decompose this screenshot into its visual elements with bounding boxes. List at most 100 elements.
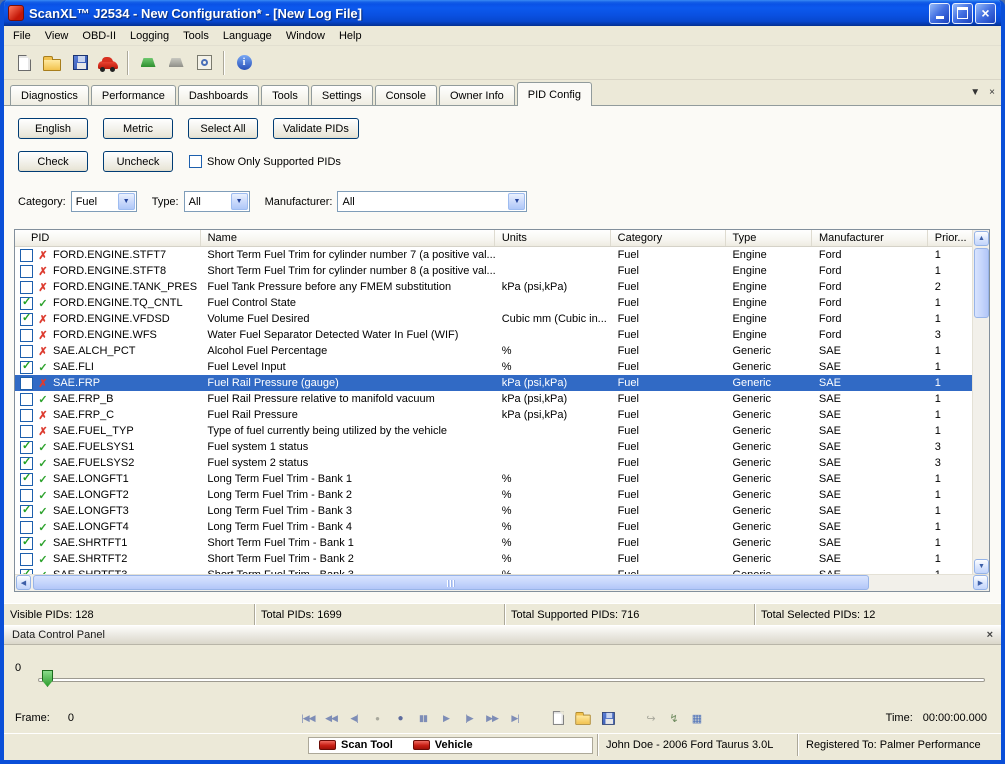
table-row[interactable]: ✓ ✗ FORD.ENGINE.STFT7 Short Term Fuel Tr… — [15, 247, 974, 263]
row-checkbox[interactable]: ✓ — [20, 361, 33, 374]
row-checkbox[interactable]: ✓ — [20, 473, 33, 486]
row-checkbox[interactable]: ✓ — [20, 409, 33, 422]
english-button[interactable]: English — [18, 118, 88, 139]
save-button[interactable] — [66, 49, 94, 77]
column-header-units[interactable]: Units — [495, 230, 611, 246]
vertical-scroll-thumb[interactable] — [974, 248, 989, 318]
table-row[interactable]: ✓ ✗ SAE.FRP_C Fuel Rail Pressure kPa (ps… — [15, 407, 974, 423]
save-log-icon[interactable] — [600, 710, 615, 725]
table-row[interactable]: ✓ ✓ SAE.SHRTFT1 Short Term Fuel Trim - B… — [15, 535, 974, 551]
tab-console[interactable]: Console — [375, 85, 437, 105]
chevron-down-icon[interactable]: ▼ — [231, 193, 248, 210]
menu-item-logging[interactable]: Logging — [123, 27, 176, 45]
table-row[interactable]: ✓ ✓ SAE.FLI Fuel Level Input % Fuel Gene… — [15, 359, 974, 375]
horizontal-scrollbar[interactable]: ◀ ▶ — [15, 574, 989, 591]
menu-item-help[interactable]: Help — [332, 27, 369, 45]
new-log-icon[interactable] — [550, 710, 565, 725]
open-button[interactable] — [38, 49, 66, 77]
column-header-pid[interactable]: PID — [15, 230, 201, 246]
menu-item-view[interactable]: View — [38, 27, 76, 45]
scroll-left-icon[interactable]: ◀ — [16, 575, 31, 590]
chevron-down-icon[interactable]: ▼ — [508, 193, 525, 210]
row-checkbox[interactable]: ✓ — [20, 297, 33, 310]
row-checkbox[interactable]: ✓ — [20, 457, 33, 470]
menu-item-tools[interactable]: Tools — [176, 27, 216, 45]
table-row[interactable]: ✓ ✗ SAE.FRP Fuel Rail Pressure (gauge) k… — [15, 375, 974, 391]
minimize-button[interactable] — [929, 3, 950, 24]
row-checkbox[interactable]: ✓ — [20, 265, 33, 278]
scroll-right-icon[interactable]: ▶ — [973, 575, 988, 590]
export-icon[interactable]: ↯ — [666, 712, 682, 725]
connect-button[interactable] — [134, 49, 162, 77]
close-button[interactable]: × — [975, 3, 996, 24]
step-back-icon[interactable]: ◀| — [346, 713, 362, 724]
table-row[interactable]: ✓ ✓ SAE.FUELSYS2 Fuel system 2 status Fu… — [15, 455, 974, 471]
tab-pid-config[interactable]: PID Config — [517, 82, 592, 106]
menu-item-window[interactable]: Window — [279, 27, 332, 45]
table-row[interactable]: ✓ ✓ SAE.FUELSYS1 Fuel system 1 status Fu… — [15, 439, 974, 455]
type-select[interactable]: All ▼ — [184, 191, 250, 212]
row-checkbox[interactable]: ✓ — [20, 281, 33, 294]
column-header-manufacturer[interactable]: Manufacturer — [812, 230, 928, 246]
menu-item-obd2[interactable]: OBD-II — [75, 27, 123, 45]
table-row[interactable]: ✓ ✓ SAE.LONGFT1 Long Term Fuel Trim - Ba… — [15, 471, 974, 487]
record-icon[interactable]: ● — [369, 714, 385, 723]
pause-icon[interactable]: ▮▮ — [415, 713, 431, 724]
table-row[interactable]: ✓ ✓ SAE.LONGFT4 Long Term Fuel Trim - Ba… — [15, 519, 974, 535]
table-row[interactable]: ✓ ✗ SAE.ALCH_PCT Alcohol Fuel Percentage… — [15, 343, 974, 359]
tab-settings[interactable]: Settings — [311, 85, 373, 105]
row-checkbox[interactable]: ✓ — [20, 313, 33, 326]
manufacturer-select[interactable]: All ▼ — [337, 191, 527, 212]
send-icon[interactable]: ↪ — [643, 712, 659, 725]
new-file-button[interactable] — [10, 49, 38, 77]
row-checkbox[interactable]: ✓ — [20, 249, 33, 262]
table-row[interactable]: ✓ ✗ FORD.ENGINE.STFT8 Short Term Fuel Tr… — [15, 263, 974, 279]
playback-slider-thumb[interactable] — [42, 670, 53, 687]
column-header-category[interactable]: Category — [611, 230, 726, 246]
row-checkbox[interactable]: ✓ — [20, 537, 33, 550]
row-checkbox[interactable]: ✓ — [20, 505, 33, 518]
rewind-icon[interactable]: ◀◀ — [323, 713, 339, 724]
metric-button[interactable]: Metric — [103, 118, 173, 139]
select-all-button[interactable]: Select All — [188, 118, 258, 139]
maximize-button[interactable] — [952, 3, 973, 24]
table-row[interactable]: ✓ ✓ SAE.SHRTFT2 Short Term Fuel Trim - B… — [15, 551, 974, 567]
open-log-icon[interactable] — [575, 710, 590, 725]
tab-menu-chevron-icon[interactable]: ▼ — [970, 88, 980, 98]
close-icon[interactable]: × — [987, 630, 993, 641]
tab-performance[interactable]: Performance — [91, 85, 176, 105]
row-checkbox[interactable]: ✓ — [20, 521, 33, 534]
tab-close-icon[interactable]: × — [989, 88, 995, 98]
row-checkbox[interactable]: ✓ — [20, 553, 33, 566]
row-checkbox[interactable]: ✓ — [20, 489, 33, 502]
horizontal-scroll-thumb[interactable] — [33, 575, 869, 590]
row-checkbox[interactable]: ✓ — [20, 393, 33, 406]
table-row[interactable]: ✓ ✓ SAE.LONGFT3 Long Term Fuel Trim - Ba… — [15, 503, 974, 519]
scroll-up-icon[interactable]: ▲ — [974, 231, 989, 246]
row-checkbox[interactable]: ✓ — [20, 441, 33, 454]
info-button[interactable] — [230, 49, 258, 77]
menu-item-file[interactable]: File — [6, 27, 38, 45]
table-row[interactable]: ✓ ✗ FORD.ENGINE.VFDSD Volume Fuel Desire… — [15, 311, 974, 327]
row-checkbox[interactable]: ✓ — [20, 329, 33, 342]
settings-button[interactable] — [190, 49, 218, 77]
row-checkbox[interactable]: ✓ — [20, 425, 33, 438]
step-forward-icon[interactable]: |▶ — [461, 713, 477, 724]
vehicle-button[interactable] — [94, 49, 122, 77]
table-row[interactable]: ✓ ✗ SAE.FUEL_TYP Type of fuel currently … — [15, 423, 974, 439]
category-select[interactable]: Fuel ▼ — [71, 191, 137, 212]
tab-owner-info[interactable]: Owner Info — [439, 85, 515, 105]
menu-item-language[interactable]: Language — [216, 27, 279, 45]
uncheck-button[interactable]: Uncheck — [103, 151, 173, 172]
check-button[interactable]: Check — [18, 151, 88, 172]
table-row[interactable]: ✓ ✓ SAE.LONGFT2 Long Term Fuel Trim - Ba… — [15, 487, 974, 503]
vertical-scrollbar[interactable]: ▲ ▼ — [972, 230, 989, 575]
show-only-supported-checkbox[interactable] — [189, 155, 202, 168]
fast-forward-icon[interactable]: ▶▶ — [484, 713, 500, 724]
row-checkbox[interactable]: ✓ — [20, 345, 33, 358]
playback-slider-track[interactable] — [38, 678, 985, 682]
scroll-down-icon[interactable]: ▼ — [974, 559, 989, 574]
tab-diagnostics[interactable]: Diagnostics — [10, 85, 89, 105]
play-icon[interactable]: ▶ — [438, 713, 454, 724]
data-grid-icon[interactable]: ▦ — [689, 712, 705, 725]
